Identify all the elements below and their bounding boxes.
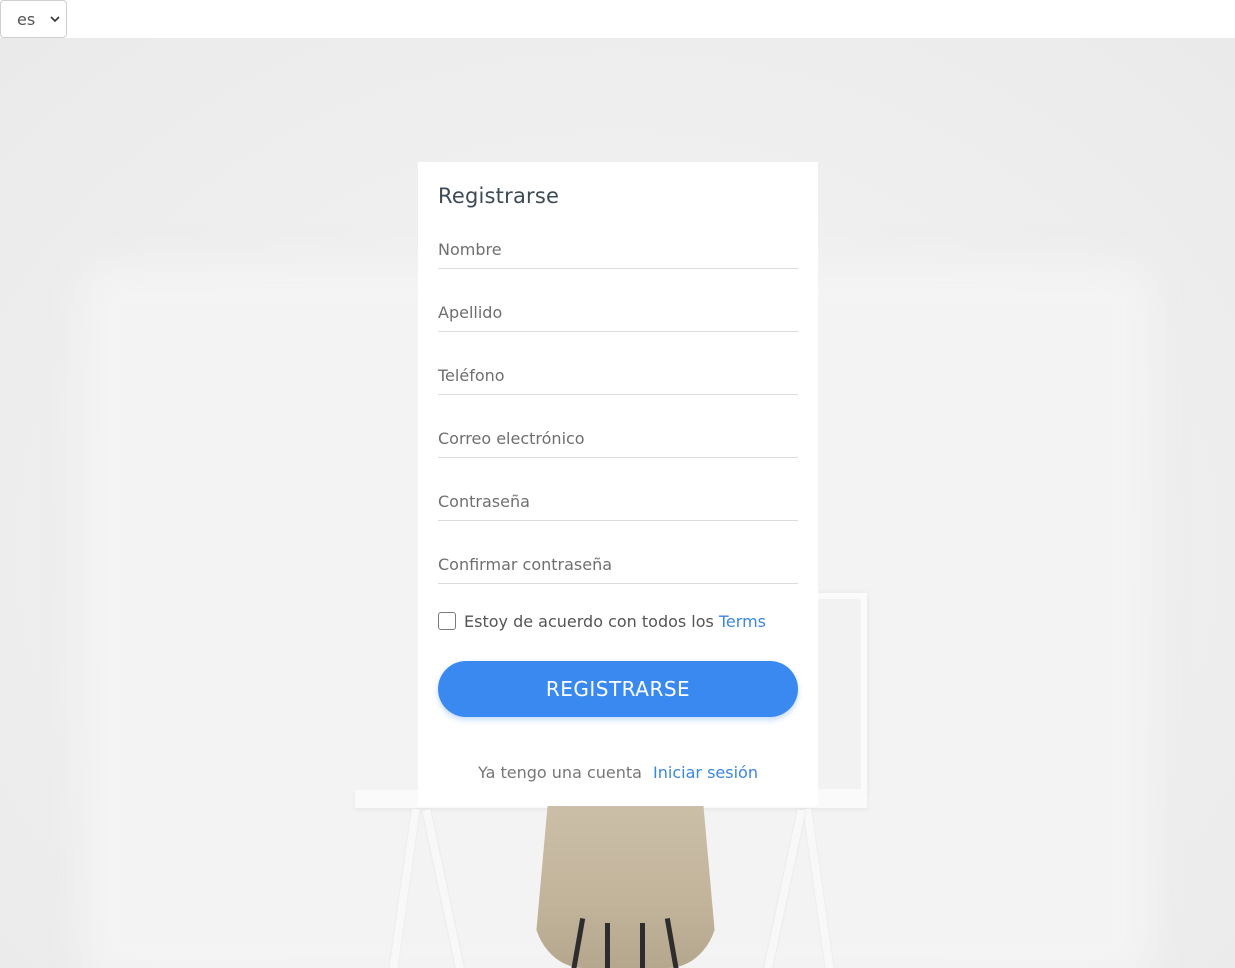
email-placeholder: Correo electrónico — [438, 429, 585, 448]
terms-checkbox[interactable] — [438, 612, 456, 630]
register-button[interactable]: REGISTRARSE — [438, 661, 798, 717]
last-name-placeholder: Apellido — [438, 303, 503, 322]
first-name-field[interactable]: Nombre — [438, 235, 798, 269]
last-name-field[interactable]: Apellido — [438, 298, 798, 332]
chevron-down-icon — [50, 16, 60, 23]
chair-leg — [605, 923, 610, 968]
login-row: Ya tengo una cuenta Iniciar sesión — [418, 763, 818, 782]
login-link[interactable]: Iniciar sesión — [653, 763, 758, 782]
confirm-password-placeholder: Confirmar contraseña — [438, 555, 613, 574]
phone-field[interactable]: Teléfono — [438, 361, 798, 395]
chair-leg — [640, 923, 645, 968]
phone-placeholder: Teléfono — [438, 366, 505, 385]
language-select-value: es — [17, 9, 36, 29]
first-name-placeholder: Nombre — [438, 240, 502, 259]
chair-seat — [533, 803, 718, 968]
terms-row: Estoy de acuerdo con todos los Terms — [438, 611, 766, 631]
login-prompt: Ya tengo una cuenta — [478, 763, 642, 782]
email-field[interactable]: Correo electrónico — [438, 424, 798, 458]
form-title: Registrarse — [438, 184, 560, 208]
register-card: Registrarse Nombre Apellido Teléfono Cor… — [418, 162, 818, 806]
confirm-password-field[interactable]: Confirmar contraseña — [438, 550, 798, 584]
password-placeholder: Contraseña — [438, 492, 530, 511]
top-bar: es — [0, 0, 1235, 38]
language-select[interactable]: es — [0, 0, 67, 38]
terms-text: Estoy de acuerdo con todos los — [464, 611, 714, 631]
password-field[interactable]: Contraseña — [438, 487, 798, 521]
terms-link[interactable]: Terms — [719, 612, 766, 631]
